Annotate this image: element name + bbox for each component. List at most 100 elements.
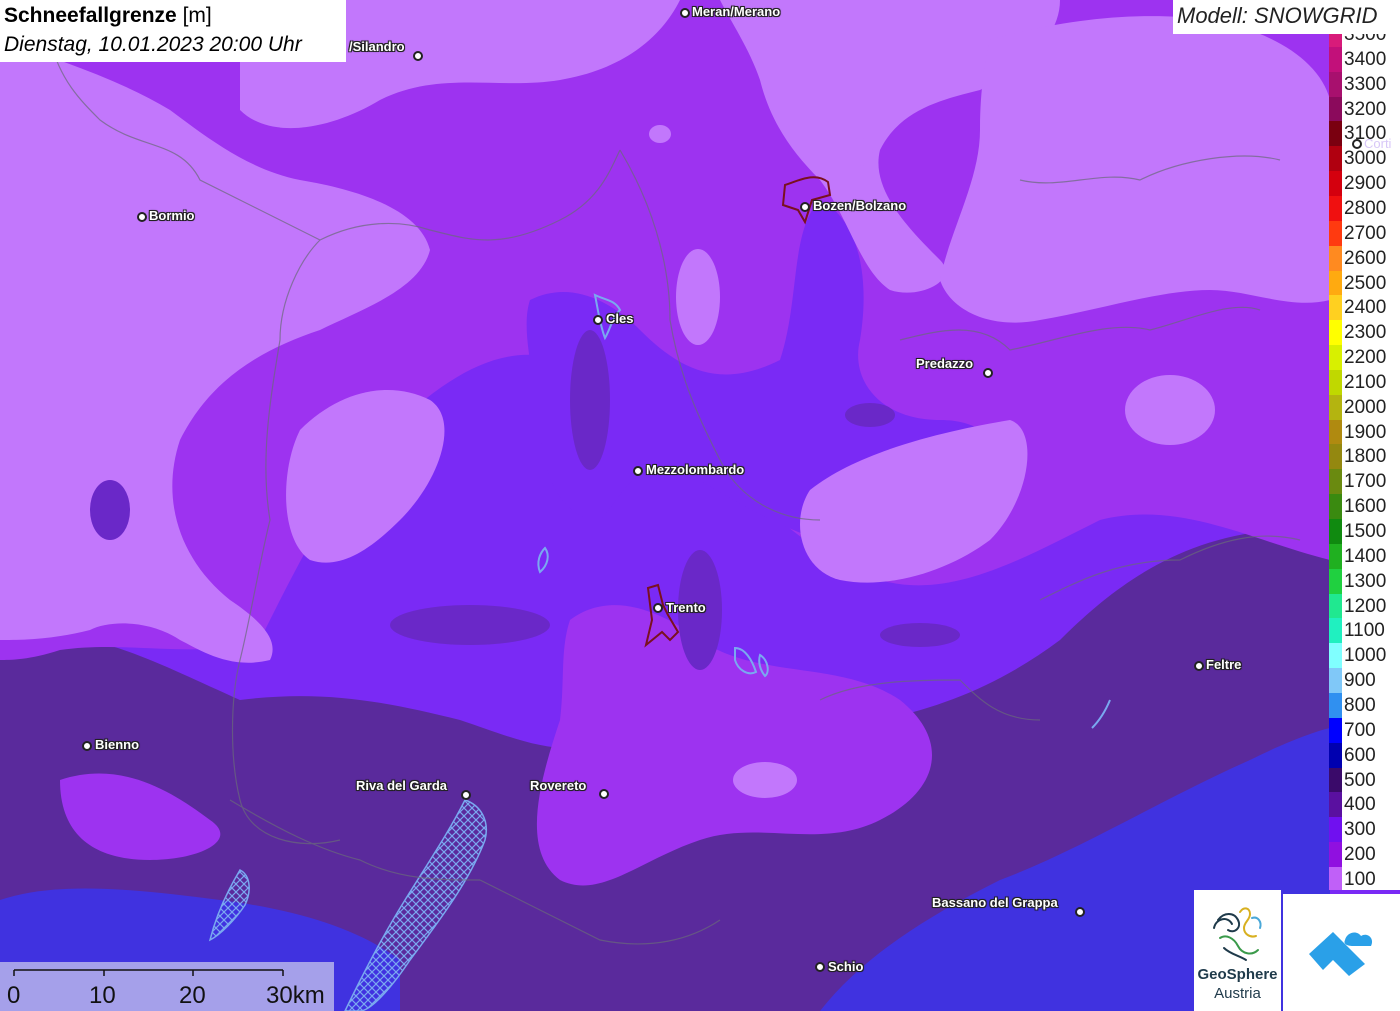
legend-swatch xyxy=(1329,519,1342,544)
city-marker-icon xyxy=(983,368,993,378)
legend-swatch xyxy=(1329,692,1342,718)
city-label[interactable]: Predazzo xyxy=(916,356,973,371)
legend-swatch xyxy=(1329,121,1342,147)
city-marker-icon xyxy=(680,8,690,18)
city-label[interactable]: Corti xyxy=(1364,136,1391,151)
map-title: Schneefallgrenze [m] xyxy=(4,1,342,31)
legend-swatch xyxy=(1329,643,1342,669)
legend-label: 2800 xyxy=(1344,197,1387,219)
legend-swatch xyxy=(1329,220,1342,246)
legend-swatch xyxy=(1329,96,1342,122)
legend-item-800: 800 xyxy=(1329,692,1400,718)
legend-label: 2500 xyxy=(1344,272,1387,294)
legend-swatch xyxy=(1329,668,1342,694)
legend-item-2000: 2000 xyxy=(1329,394,1400,420)
zone-dark-spot-6 xyxy=(845,403,895,427)
geosphere-logo-line1: GeoSphere xyxy=(1197,966,1278,983)
legend-label: 2600 xyxy=(1344,247,1387,269)
city-marker-icon xyxy=(82,741,92,751)
legend-swatch xyxy=(1329,494,1342,520)
legend-swatch xyxy=(1329,195,1342,221)
legend-label: 3200 xyxy=(1344,98,1387,120)
legend-swatch xyxy=(1329,295,1342,321)
city-label[interactable]: Feltre xyxy=(1206,657,1241,672)
legend-swatch xyxy=(1329,444,1342,470)
city-label[interactable]: Trento xyxy=(666,600,706,615)
legend-swatch xyxy=(1329,46,1342,72)
legend-label: 900 xyxy=(1344,670,1376,692)
legend-swatch xyxy=(1329,320,1342,346)
legend-item-400: 400 xyxy=(1329,792,1400,818)
zone-dark-spot-3 xyxy=(90,480,130,540)
city-label[interactable]: Meran/Merano xyxy=(692,4,780,19)
legend-label: 2200 xyxy=(1344,347,1387,369)
legend-swatch xyxy=(1329,593,1342,619)
legend-swatch xyxy=(1329,171,1342,197)
legend-item-2600: 2600 xyxy=(1329,245,1400,271)
city-label[interactable]: Bormio xyxy=(149,208,195,223)
map-title-unit: [m] xyxy=(182,4,212,27)
legend-item-1800: 1800 xyxy=(1329,444,1400,470)
scale-label-0: 0 xyxy=(7,982,21,1009)
legend-item-1500: 1500 xyxy=(1329,519,1400,544)
legend-item-600: 600 xyxy=(1329,742,1400,768)
legend-swatch xyxy=(1329,245,1342,271)
legend-label: 3500 xyxy=(1344,34,1387,45)
scale-bar: 0 10 20 30km xyxy=(0,962,334,1011)
city-marker-icon xyxy=(1075,907,1085,917)
legend-label: 800 xyxy=(1344,694,1376,716)
snowline-map[interactable] xyxy=(0,0,1400,1011)
legend-swatch xyxy=(1329,34,1342,47)
zone-dark-spot-5 xyxy=(390,605,550,645)
city-marker-icon xyxy=(137,212,147,222)
legend-item-2300: 2300 xyxy=(1329,320,1400,346)
legend-label: 600 xyxy=(1344,744,1376,766)
legend-item-700: 700 xyxy=(1329,717,1400,743)
legend-label: 1300 xyxy=(1344,570,1387,592)
city-label[interactable]: /Silandro xyxy=(349,39,405,54)
zone-dark-spot-1 xyxy=(570,330,610,470)
legend-label: 300 xyxy=(1344,819,1376,841)
city-marker-icon xyxy=(633,466,643,476)
legend-label: 2700 xyxy=(1344,222,1387,244)
legend-item-3400: 3400 xyxy=(1329,46,1400,72)
legend-item-2400: 2400 xyxy=(1329,295,1400,321)
legend-label: 1800 xyxy=(1344,446,1387,468)
legend-label: 100 xyxy=(1344,868,1376,890)
city-label[interactable]: Bienno xyxy=(95,737,139,752)
legend-label: 500 xyxy=(1344,769,1376,791)
legend-swatch xyxy=(1329,792,1342,818)
legend-label: 1600 xyxy=(1344,496,1387,518)
city-label[interactable]: Rovereto xyxy=(530,778,586,793)
city-marker-icon xyxy=(653,603,663,613)
legend-swatch xyxy=(1329,866,1342,890)
legend-item-1300: 1300 xyxy=(1329,568,1400,594)
legend-item-2700: 2700 xyxy=(1329,220,1400,246)
legend-label: 3300 xyxy=(1344,73,1387,95)
city-label[interactable]: Riva del Garda xyxy=(356,778,447,793)
city-label[interactable]: Mezzolombardo xyxy=(646,462,744,477)
legend-swatch xyxy=(1329,369,1342,395)
zone-light-lilac-pocket-1 xyxy=(676,249,720,345)
city-label[interactable]: Schio xyxy=(828,959,863,974)
legend-swatch xyxy=(1329,146,1342,172)
snowgrid-logo[interactable] xyxy=(1283,894,1400,1011)
city-label[interactable]: Bassano del Grappa xyxy=(932,895,1058,910)
scale-label-10: 10 xyxy=(89,982,116,1009)
city-label[interactable]: Cles xyxy=(606,311,633,326)
legend-item-1200: 1200 xyxy=(1329,593,1400,619)
legend-item-2800: 2800 xyxy=(1329,195,1400,221)
legend-label: 2000 xyxy=(1344,396,1387,418)
legend-label: 700 xyxy=(1344,719,1376,741)
legend-label: 2100 xyxy=(1344,371,1387,393)
zone-light-lilac-pocket-2 xyxy=(1125,375,1215,445)
city-marker-icon xyxy=(1352,139,1362,149)
legend-item-2100: 2100 xyxy=(1329,369,1400,395)
legend-item-100: 100 xyxy=(1329,866,1400,890)
legend-item-3300: 3300 xyxy=(1329,71,1400,97)
legend-label: 2400 xyxy=(1344,297,1387,319)
legend-item-2500: 2500 xyxy=(1329,270,1400,296)
geosphere-logo[interactable]: GeoSphere Austria xyxy=(1194,890,1281,1011)
city-label[interactable]: Bozen/Bolzano xyxy=(813,198,906,213)
zone-light-lilac-pocket-4 xyxy=(847,138,873,166)
